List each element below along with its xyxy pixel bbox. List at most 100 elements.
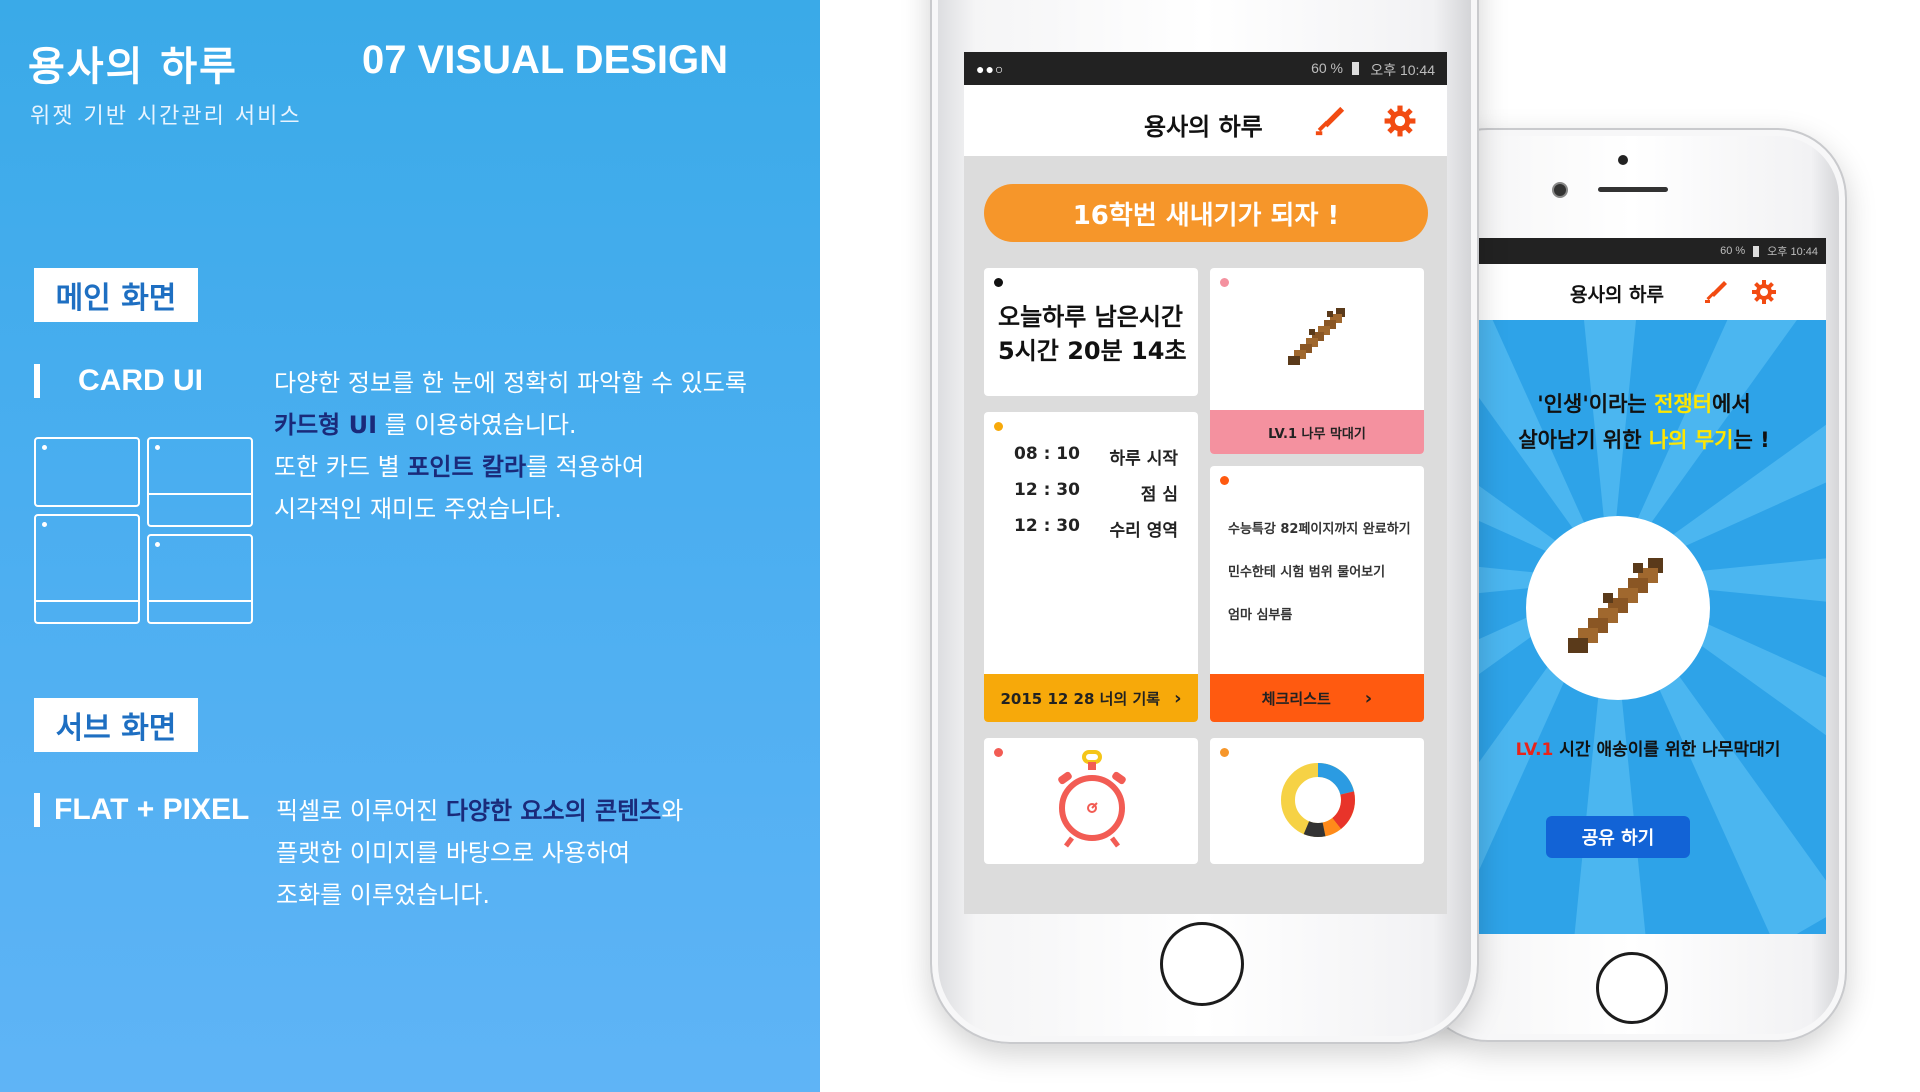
heading-line-2: 살아남기 위한 나의 무기는 ! xyxy=(1494,422,1794,458)
remaining-time: 오늘하루 남은시간 5시간 20분 14초 xyxy=(998,300,1187,368)
weapon-heading: '인생'이라는 전쟁터에서 살아남기 위한 나의 무기는 ! xyxy=(1494,386,1794,458)
checklist-item[interactable]: 엄마 심부름 xyxy=(1228,604,1292,623)
card-dot xyxy=(1220,278,1229,287)
desc-text: 픽셀로 이루어진 xyxy=(276,797,446,825)
desc-line: 또한 카드 별 포인트 칼라를 적용하여 xyxy=(274,446,747,488)
sub-screen: 60 % 오후 10:44 용사의 하루 '인생'이라는 전쟁터에서 살아남기 … xyxy=(1470,238,1826,934)
schedule-task: 수리 영역 xyxy=(1109,521,1178,541)
schedule-card[interactable]: 08 : 10 하루 시작 12 : 30 점 심 12 : 30 수리 영역 201… xyxy=(984,412,1198,722)
checklist-button-label: 체크리스트 xyxy=(1261,689,1331,708)
card-dot xyxy=(1220,748,1229,757)
heading-highlight: 나의 무기 xyxy=(1648,428,1734,452)
heading-line-1: '인생'이라는 전쟁터에서 xyxy=(1494,386,1794,422)
clock: 오후 10:44 xyxy=(1370,62,1435,78)
battery-percent: 60 % xyxy=(1311,60,1343,76)
card-dot xyxy=(1220,476,1229,485)
highlight-text: 카드형 UI xyxy=(274,411,378,439)
main-description: 다양한 정보를 한 눈에 정확히 파악할 수 있도록 카드형 UI 를 이용하였… xyxy=(274,362,747,530)
flat-pixel-label: FLAT + PIXEL xyxy=(54,793,250,826)
schedule-task: 점 심 xyxy=(1140,485,1178,505)
speaker xyxy=(1598,187,1668,192)
stats-card[interactable] xyxy=(1210,738,1424,864)
heading-bar xyxy=(34,793,40,827)
weapon-level-label: LV.1 나무 막대기 xyxy=(1210,410,1424,454)
gear-icon[interactable] xyxy=(1378,99,1422,143)
record-button-label: 2015 12 28 너의 기록 xyxy=(1000,689,1161,708)
alarm-clock-icon xyxy=(1058,750,1126,848)
status-bar: ●●○ 60 % 오후 10:44 xyxy=(964,52,1447,85)
sub-screen-tag: 서브 화면 xyxy=(34,698,198,752)
highlight-text: 포인트 칼라 xyxy=(407,453,527,481)
sword-icon[interactable] xyxy=(1698,274,1734,310)
sword-icon[interactable] xyxy=(1308,99,1352,143)
desc-text: 와 xyxy=(661,797,684,825)
level-label: LV.1 xyxy=(1515,740,1554,760)
wooden-stick-icon xyxy=(1568,558,1663,653)
remaining-label: 오늘하루 남은시간 xyxy=(998,303,1183,331)
home-button[interactable] xyxy=(1596,952,1668,1024)
main-screen: ●●○ 60 % 오후 10:44 용사의 하루 16학번 새내기가 되자 ! … xyxy=(964,52,1447,914)
weapon-card[interactable]: LV.1 나무 막대기 xyxy=(1210,268,1424,454)
section-title: 07 VISUAL DESIGN xyxy=(362,38,729,82)
flat-pixel-heading: FLAT + PIXEL xyxy=(34,793,249,827)
heading-text: '인생' xyxy=(1537,392,1589,416)
home-button[interactable] xyxy=(1160,922,1244,1006)
card-dot xyxy=(994,748,1003,757)
desc-line: 조화를 이루었습니다. xyxy=(276,881,490,909)
front-camera xyxy=(1552,182,1568,198)
alarm-card[interactable] xyxy=(984,738,1198,864)
remaining-value: 5시간 20분 14초 xyxy=(998,337,1187,365)
heading-text: 는 ! xyxy=(1733,428,1770,452)
signal-icon: ●●○ xyxy=(976,61,1005,77)
checklist-button[interactable]: 체크리스트 › xyxy=(1210,674,1424,722)
schedule-time: 08 : 10 xyxy=(1014,444,1080,464)
gear-icon[interactable] xyxy=(1746,274,1782,310)
battery-percent: 60 % xyxy=(1720,245,1746,257)
goal-banner[interactable]: 16학번 새내기가 되자 ! xyxy=(984,184,1428,242)
heading-highlight: 전쟁터 xyxy=(1654,392,1713,416)
desc-line: 플랫한 이미지를 바탕으로 사용하여 xyxy=(276,839,631,867)
chevron-right-icon: › xyxy=(1364,687,1373,709)
card-icon xyxy=(34,514,140,624)
app-title: 용사의 하루 xyxy=(1144,113,1263,141)
schedule-time: 12 : 30 xyxy=(1014,480,1080,500)
card-icon xyxy=(147,437,253,527)
schedule-time: 12 : 30 xyxy=(1014,516,1080,536)
card-icon xyxy=(34,437,140,507)
desc-text: 를 이용하였습니다. xyxy=(377,411,577,439)
record-button[interactable]: 2015 12 28 너의 기록 › xyxy=(984,674,1198,722)
main-screen-tag: 메인 화면 xyxy=(34,268,198,322)
donut-chart-icon xyxy=(1281,763,1355,837)
schedule-row: 08 : 10 하루 시작 xyxy=(1014,444,1178,469)
desc-line: 픽셀로 이루어진 다양한 요소의 콘텐츠와 xyxy=(276,790,683,832)
checklist-card[interactable]: 수능특강 82페이지까지 완료하기 민수한테 시험 범위 물어보기 엄마 심부름… xyxy=(1210,466,1424,722)
card-ui-heading: CARD UI xyxy=(34,364,203,398)
card-icon xyxy=(147,534,253,624)
app-title: 용사의 하루 xyxy=(1570,284,1665,306)
app-name: 용사의 하루 xyxy=(28,44,238,90)
heading-text: 이라는 xyxy=(1588,392,1655,416)
description-panel: 용사의 하루 07 VISUAL DESIGN 위젯 기반 시간관리 서비스 메… xyxy=(0,0,820,1092)
remaining-time-card[interactable]: 오늘하루 남은시간 5시간 20분 14초 xyxy=(984,268,1198,396)
desc-line: 다양한 정보를 한 눈에 정확히 파악할 수 있도록 xyxy=(274,369,747,397)
app-bar: 용사의 하루 xyxy=(964,85,1447,156)
schedule-task: 하루 시작 xyxy=(1109,449,1178,469)
heading-bar xyxy=(34,364,40,398)
share-button[interactable]: 공유 하기 xyxy=(1546,816,1690,858)
desc-line: 카드형 UI 를 이용하였습니다. xyxy=(274,404,747,446)
checklist-item[interactable]: 민수한테 시험 범위 물어보기 xyxy=(1228,561,1385,580)
heading-text: 에서 xyxy=(1712,392,1751,416)
card-dot xyxy=(994,278,1003,287)
chevron-right-icon: › xyxy=(1174,687,1182,709)
sub-description: 픽셀로 이루어진 다양한 요소의 콘텐츠와 플랫한 이미지를 바탕으로 사용하여… xyxy=(276,790,683,916)
schedule-row: 12 : 30 수리 영역 xyxy=(1014,516,1178,541)
heading-text: 살아남기 위한 xyxy=(1518,428,1649,452)
weapon-circle xyxy=(1526,516,1710,700)
battery-icon xyxy=(1753,245,1760,257)
clock: 오후 10:44 xyxy=(1767,246,1818,258)
desc-text: 또한 카드 별 xyxy=(274,453,408,481)
checklist-item[interactable]: 수능특강 82페이지까지 완료하기 xyxy=(1228,518,1411,537)
desc-text: 를 적용하여 xyxy=(526,453,645,481)
schedule-row: 12 : 30 점 심 xyxy=(1014,480,1178,505)
weapon-caption: LV.1 시간 애송이를 위한 나무막대기 xyxy=(1470,735,1826,760)
